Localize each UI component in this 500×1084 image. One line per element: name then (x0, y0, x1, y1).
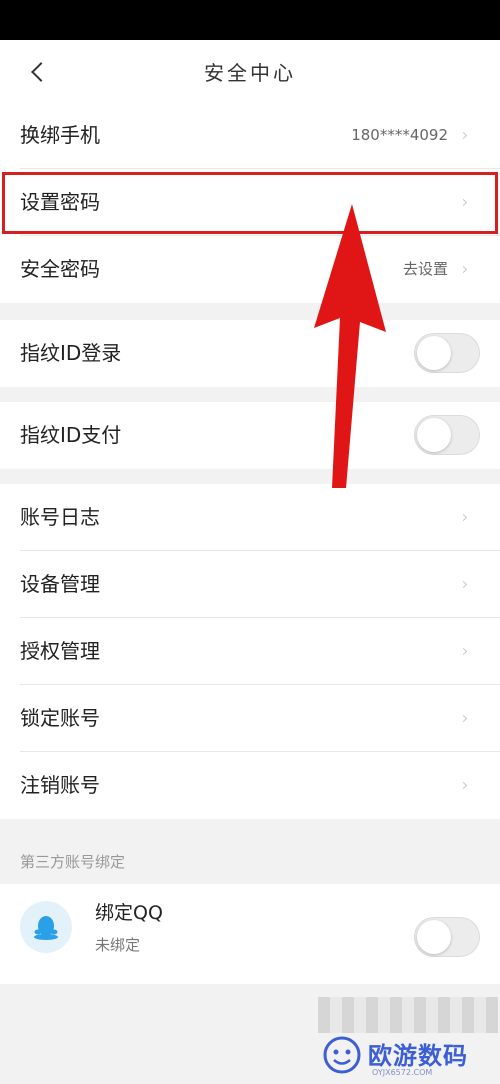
row-authorization-management[interactable]: 授权管理 (0, 618, 500, 685)
chevron-right-icon (459, 714, 468, 723)
chevron-right-icon (459, 647, 468, 656)
fingerprint-login-toggle[interactable] (414, 333, 480, 373)
watermark-url: OYJX6572.COM (372, 1068, 433, 1077)
chevron-right-icon (459, 580, 468, 589)
row-label: 注销账号 (20, 773, 100, 797)
row-label: 设备管理 (20, 572, 100, 596)
fingerprint-pay-group: 指纹ID支付 (0, 402, 500, 469)
row-cancel-account[interactable]: 注销账号 (0, 752, 500, 819)
row-fingerprint-login: 指纹ID登录 (0, 320, 500, 387)
row-label: 锁定账号 (20, 706, 100, 730)
chevron-right-icon (459, 265, 468, 274)
row-label: 指纹ID支付 (20, 423, 122, 447)
management-group: 账号日志 设备管理 授权管理 锁定账号 注销账号 (0, 484, 500, 819)
chevron-right-icon (459, 781, 468, 790)
row-lock-account[interactable]: 锁定账号 (0, 685, 500, 752)
row-bind-qq: 绑定QQ 未绑定 (0, 884, 500, 984)
row-label: 授权管理 (20, 639, 100, 663)
chevron-right-icon (459, 513, 468, 522)
status-bar (0, 0, 500, 40)
fingerprint-pay-toggle[interactable] (414, 415, 480, 455)
row-value: 去设置 (402, 260, 448, 278)
row-label: 指纹ID登录 (20, 341, 122, 365)
bind-qq-title: 绑定QQ (95, 902, 163, 924)
third-party-section-label: 第三方账号绑定 (20, 853, 126, 871)
toggle-knob (417, 336, 451, 370)
watermark-blur (318, 997, 498, 1033)
row-label: 安全密码 (20, 257, 100, 281)
page-title: 安全中心 (204, 61, 296, 85)
row-fingerprint-pay: 指纹ID支付 (0, 402, 500, 469)
toggle-knob (417, 920, 451, 954)
row-change-phone[interactable]: 换绑手机 180****4092 (0, 102, 500, 169)
row-account-log[interactable]: 账号日志 (0, 484, 500, 551)
bind-qq-toggle[interactable] (414, 917, 480, 957)
bind-qq-status: 未绑定 (95, 936, 141, 954)
third-party-group: 绑定QQ 未绑定 (0, 884, 500, 984)
toggle-knob (417, 418, 451, 452)
watermark-logo-icon (323, 1036, 361, 1074)
row-label: 换绑手机 (20, 123, 100, 147)
highlight-box (2, 172, 498, 234)
row-security-password[interactable]: 安全密码 去设置 (0, 236, 500, 303)
row-device-management[interactable]: 设备管理 (0, 551, 500, 618)
header: 安全中心 (0, 40, 500, 102)
chevron-right-icon (459, 131, 468, 140)
fingerprint-login-group: 指纹ID登录 (0, 320, 500, 387)
watermark-text: 欧游数码 (368, 1042, 468, 1070)
phone-number: 180****4092 (351, 126, 448, 144)
qq-penguin-icon (34, 916, 58, 940)
row-label: 账号日志 (20, 505, 100, 529)
qq-avatar (20, 901, 72, 953)
